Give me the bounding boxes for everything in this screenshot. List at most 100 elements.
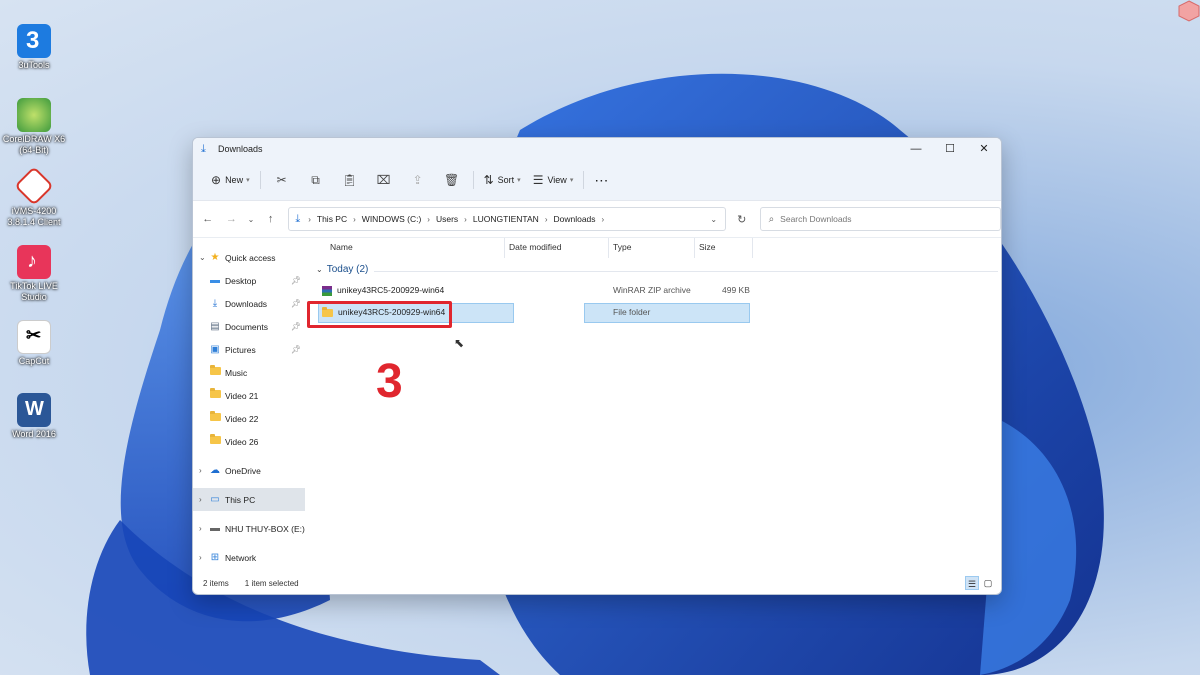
chevron-down-icon: ⌄ bbox=[247, 214, 255, 224]
sidebar-item-quick-access[interactable]: ⌄ ★ Quick access bbox=[193, 246, 305, 269]
desktop-icon-label: iVMS-4200 3.8.1.4 Client bbox=[7, 206, 61, 227]
chevron-down-icon: ▾ bbox=[569, 177, 574, 184]
share-button[interactable]: ⇪ bbox=[401, 168, 435, 192]
column-divider bbox=[608, 238, 609, 258]
desktop-icon-capcut[interactable]: ✂ CapCut bbox=[2, 320, 66, 367]
details-view-icon: ☰ bbox=[967, 579, 977, 589]
new-label: New bbox=[225, 175, 244, 185]
item-count: 2 items bbox=[203, 578, 229, 588]
more-options-button[interactable]: ⋯ bbox=[588, 168, 614, 192]
paste-button[interactable]: 📋︎ bbox=[333, 168, 367, 192]
desktop-icon-label: Word 2016 bbox=[12, 429, 56, 439]
window-title: Downloads bbox=[218, 144, 263, 154]
sidebar-item-label: Music bbox=[225, 367, 248, 378]
column-header-date[interactable]: Date modified bbox=[509, 242, 561, 252]
pin-icon: 📌︎ bbox=[290, 299, 301, 308]
breadcrumb-windows-c[interactable]: WINDOWS (C:) bbox=[362, 214, 422, 224]
breadcrumb-users[interactable]: Users bbox=[436, 214, 458, 224]
details-view-button[interactable]: ☰ bbox=[965, 576, 979, 590]
sidebar-item-label: Documents bbox=[225, 321, 268, 332]
sidebar-item-documents[interactable]: ▤ Documents 📌︎ bbox=[193, 315, 305, 338]
new-button[interactable]: ⊕ New ▾ bbox=[205, 168, 256, 192]
chevron-down-icon[interactable]: ⌄ bbox=[710, 215, 717, 224]
sidebar-item-network[interactable]: › ⊞ Network bbox=[193, 546, 305, 569]
file-row[interactable]: unikey43RC5-200929-win64 WinRAR ZIP arch… bbox=[316, 281, 756, 300]
rename-icon: ⌧ bbox=[376, 173, 391, 187]
arrow-left-icon: ← bbox=[202, 213, 214, 225]
column-divider bbox=[752, 238, 753, 258]
copy-button[interactable]: ⧉ bbox=[299, 168, 333, 192]
selection-count: 1 item selected bbox=[244, 578, 299, 588]
column-header-name[interactable]: Name bbox=[330, 242, 353, 252]
tiles-view-icon: ▢ bbox=[983, 578, 993, 588]
group-label: Today (2) bbox=[326, 264, 369, 275]
drive-icon: ▬ bbox=[210, 523, 220, 534]
close-button[interactable]: ✕ bbox=[967, 138, 1001, 160]
recent-locations-button[interactable]: ⌄ bbox=[243, 215, 259, 224]
rename-button[interactable]: ⌧ bbox=[367, 168, 401, 192]
desktop-icon-ivms[interactable]: iVMS-4200 3.8.1.4 Client bbox=[2, 166, 66, 228]
chevron-down-icon: ⌄ bbox=[199, 253, 206, 262]
word-icon: W bbox=[17, 393, 51, 427]
sidebar-item-onedrive[interactable]: › ☁ OneDrive bbox=[193, 459, 305, 482]
sidebar-item-this-pc[interactable]: › ▭ This PC bbox=[193, 488, 305, 511]
divider bbox=[472, 171, 474, 189]
desktop-icon-coreldraw[interactable]: CorelDRAW X6 (64-Bit) bbox=[2, 98, 66, 156]
address-bar[interactable]: ⤓ › This PC › WINDOWS (C:) › Users › LUO… bbox=[288, 207, 727, 231]
star-icon: ★ bbox=[210, 252, 220, 263]
desktop-icon-3utools[interactable]: 3 3uTools bbox=[2, 24, 66, 71]
tiles-view-button[interactable]: ▢ bbox=[981, 576, 995, 590]
sidebar-item-nhu-thuy-box[interactable]: › ▬ NHU THUY-BOX (E:) bbox=[193, 517, 305, 540]
arrow-right-icon: → bbox=[225, 213, 237, 225]
sidebar-item-pictures[interactable]: ▣ Pictures 📌︎ bbox=[193, 338, 305, 361]
back-button[interactable]: ← bbox=[196, 213, 220, 225]
forward-button[interactable]: → bbox=[220, 213, 244, 225]
view-label: View bbox=[547, 175, 567, 185]
file-type: WinRAR ZIP archive bbox=[613, 285, 691, 295]
column-header-size[interactable]: Size bbox=[699, 242, 716, 252]
desktop-icon-tiktok-live[interactable]: ♪ TikTok LIVE Studio bbox=[2, 245, 66, 303]
sidebar-item-video-22[interactable]: Video 22 bbox=[193, 407, 305, 430]
sidebar-item-label: Video 22 bbox=[225, 413, 259, 424]
desktop-icon-label: 3uTools bbox=[18, 60, 50, 70]
chevron-down-icon: ▾ bbox=[246, 177, 250, 184]
chevron-right-icon: › bbox=[308, 214, 311, 224]
sort-label: Sort bbox=[497, 175, 515, 185]
corner-app-icon[interactable] bbox=[1178, 0, 1200, 22]
up-button[interactable]: ↑ bbox=[259, 213, 283, 225]
view-button[interactable]: ☰ View ▾ bbox=[527, 168, 580, 192]
title-bar[interactable]: ⤓ Downloads — ☐ ✕ bbox=[193, 138, 1001, 160]
pin-icon: 📌︎ bbox=[290, 345, 301, 354]
scissors-icon: ✂ bbox=[276, 173, 287, 187]
sidebar-item-desktop[interactable]: ▬ Desktop 📌︎ bbox=[193, 269, 305, 292]
desktop-icon-word[interactable]: W Word 2016 bbox=[2, 393, 66, 440]
sidebar-item-label: Desktop bbox=[225, 275, 257, 286]
maximize-button[interactable]: ☐ bbox=[933, 138, 967, 160]
navigation-bar: ← → ⌄ ↑ ⤓ › This PC › WINDOWS (C:) › Use… bbox=[193, 201, 1001, 238]
sidebar-item-label: Video 26 bbox=[225, 436, 259, 447]
group-header-today[interactable]: ⌄ Today (2) bbox=[316, 264, 998, 275]
breadcrumb-downloads[interactable]: Downloads bbox=[553, 214, 595, 224]
sidebar-item-video-21[interactable]: Video 21 bbox=[193, 384, 305, 407]
command-bar: ⊕ New ▾ ✂ ⧉ 📋︎ ⌧ ⇪ 🗑︎ ⇅ Sort ▾ ☰ View ▾ … bbox=[193, 160, 1001, 201]
breadcrumb-luongtientan[interactable]: LUONGTIENTAN bbox=[473, 214, 539, 224]
folder-icon bbox=[209, 365, 221, 378]
winrar-icon bbox=[322, 285, 332, 296]
minimize-button[interactable]: — bbox=[899, 138, 933, 160]
sort-button[interactable]: ⇅ Sort ▾ bbox=[478, 168, 527, 192]
search-placeholder: Search Downloads bbox=[780, 214, 852, 224]
cut-button[interactable]: ✂ bbox=[265, 168, 299, 192]
column-header-type[interactable]: Type bbox=[613, 242, 631, 252]
sidebar-item-downloads[interactable]: ⤓ Downloads 📌︎ bbox=[193, 292, 305, 315]
highlight-box-annotation bbox=[307, 301, 452, 328]
file-type: File folder bbox=[613, 307, 651, 317]
chevron-right-icon: › bbox=[601, 214, 605, 224]
sidebar-item-music[interactable]: Music bbox=[193, 361, 305, 384]
ivms-icon bbox=[14, 166, 54, 206]
breadcrumb-this-pc[interactable]: This PC bbox=[317, 214, 347, 224]
delete-button[interactable]: 🗑︎ bbox=[435, 168, 469, 192]
refresh-button[interactable]: ↻ bbox=[730, 213, 754, 226]
sidebar-item-video-26[interactable]: Video 26 bbox=[193, 430, 305, 453]
search-box[interactable]: ⌕ Search Downloads bbox=[759, 207, 1001, 231]
column-headers: Name Date modified Type Size bbox=[306, 238, 1001, 258]
